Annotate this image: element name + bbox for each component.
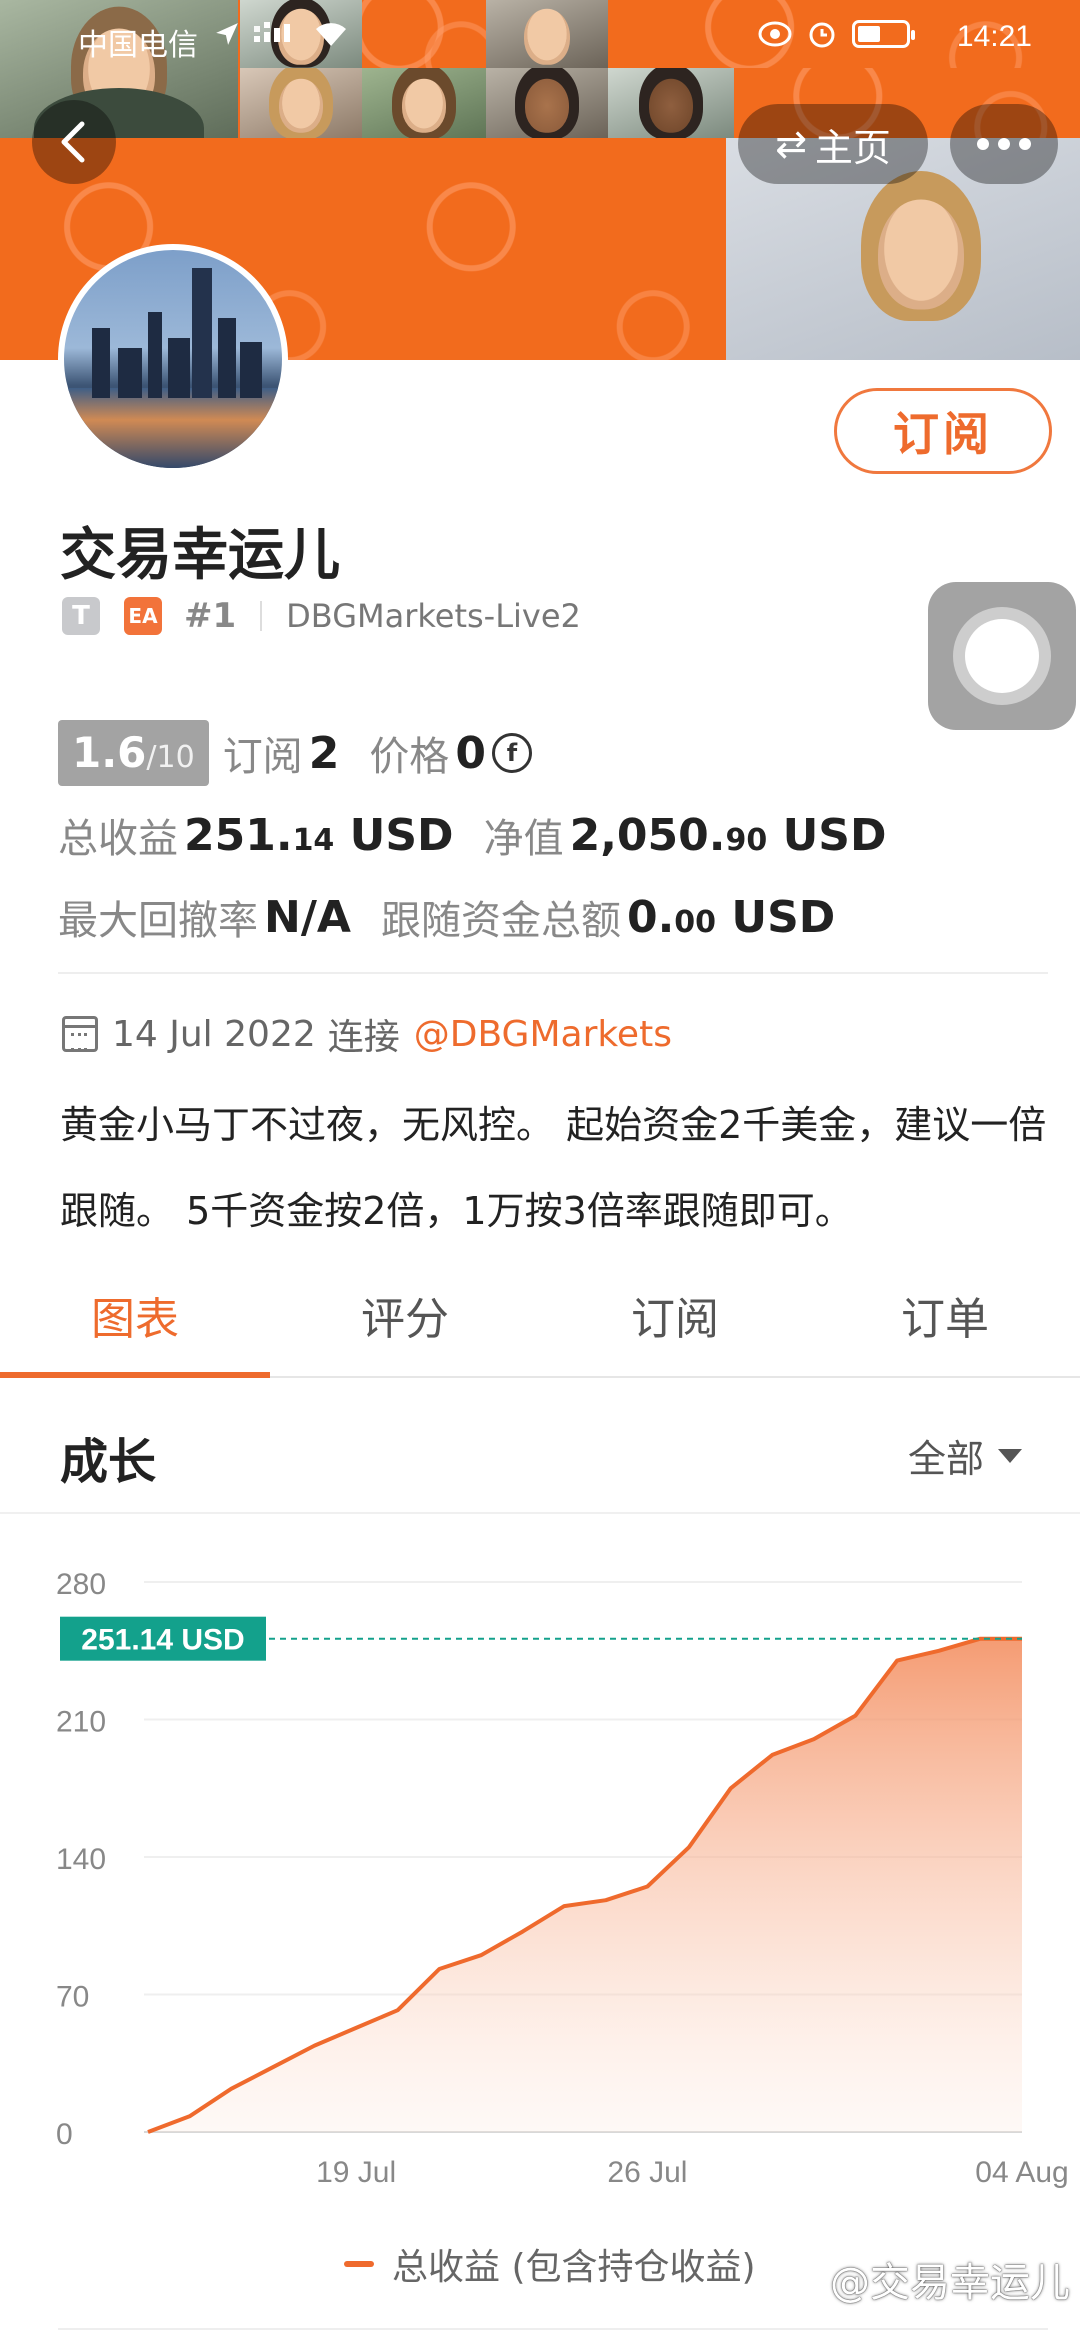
status-icons xyxy=(214,20,348,48)
server-name: DBGMarkets-Live2 xyxy=(286,597,581,635)
total-profit-value: 251.14 USD xyxy=(184,809,454,861)
assistive-touch-button[interactable] xyxy=(928,582,1076,730)
tab-orders[interactable]: 订单 xyxy=(810,1278,1080,1376)
trader-tags: T EA #1 DBGMarkets-Live2 xyxy=(62,596,581,636)
status-bar: 中国电信 14:21 xyxy=(0,0,1080,70)
coin-icon: f xyxy=(491,733,532,773)
max-drawdown-value: N/A xyxy=(264,891,351,943)
banner-photo xyxy=(486,68,608,138)
section-title: 成长 xyxy=(60,1434,157,1490)
more-options-button[interactable] xyxy=(950,104,1058,184)
legend-label: 总收益 (包含持仓收益) xyxy=(392,2247,756,2288)
subscribers-value: 2 xyxy=(308,727,340,779)
stats-panel: 1.6 /10 订阅 2 价格 0 f 总收益 251.14 USD 净值 2,… xyxy=(58,712,1038,958)
x-tick-label: 19 Jul xyxy=(316,2156,396,2189)
watermark: @交易幸运儿 xyxy=(830,2260,1070,2306)
x-tick-label: 26 Jul xyxy=(607,2156,687,2189)
period-filter-dropdown[interactable]: 全部 xyxy=(908,1428,1022,1483)
y-tick-label: 0 xyxy=(56,2118,73,2151)
current-value-label: 251.14 USD xyxy=(81,1624,244,1657)
location-arrow-icon xyxy=(216,23,238,45)
tag-t-badge: T xyxy=(62,597,100,635)
connect-label: 连接 xyxy=(327,1017,400,1058)
divider xyxy=(58,2328,1048,2330)
filter-label: 全部 xyxy=(907,1437,984,1481)
tab-rating[interactable]: 评分 xyxy=(270,1278,540,1376)
banner-photo xyxy=(240,68,362,138)
strategy-description: 黄金小马丁不过夜，无风控。 起始资金2千美金，建议一倍跟随。 5千资金按2倍，1… xyxy=(60,1103,1047,1233)
score-value: 1.6 xyxy=(72,728,147,777)
trader-profile-page: 中国电信 14:21 ⇄ 主页 订阅 交易幸运儿 T EA #1 DBGMark… xyxy=(0,0,1080,2340)
battery-icon xyxy=(852,20,915,48)
x-tick-label: 04 Aug xyxy=(975,2156,1068,2189)
eye-icon xyxy=(758,21,792,47)
max-drawdown-label: 最大回撤率 xyxy=(58,898,258,944)
tab-subscriptions[interactable]: 订阅 xyxy=(540,1278,810,1376)
profile-tabs: 图表 评分 订阅 订单 xyxy=(0,1278,1080,1378)
equity-value: 2,050.90 USD xyxy=(569,809,887,861)
home-button[interactable]: ⇄ 主页 xyxy=(738,104,928,184)
back-button[interactable] xyxy=(32,100,116,184)
connect-date: 14 Jul 2022 xyxy=(112,1013,316,1055)
signal-icon xyxy=(254,22,290,42)
price-label: 价格 xyxy=(369,734,450,780)
subscribers-label: 订阅 xyxy=(222,734,303,780)
score-badge: 1.6 /10 xyxy=(58,720,209,786)
tag-ea-badge: EA xyxy=(124,597,162,635)
home-label: 主页 xyxy=(814,125,891,170)
banner-photo xyxy=(608,68,734,138)
legend-swatch xyxy=(344,2261,374,2267)
rank-label: #1 xyxy=(184,596,237,636)
wifi-icon xyxy=(316,23,346,46)
connection-info: 14 Jul 2022 连接 @DBGMarkets xyxy=(62,1008,672,1060)
carrier-name: 中国电信 xyxy=(78,29,198,62)
total-profit-label: 总收益 xyxy=(58,816,178,862)
more-dot-icon xyxy=(998,138,1010,150)
y-tick-label: 140 xyxy=(56,1843,106,1876)
divider xyxy=(58,972,1048,974)
tab-chart[interactable]: 图表 xyxy=(0,1278,270,1378)
chevron-left-icon xyxy=(61,121,85,163)
y-tick-label: 210 xyxy=(56,1706,106,1739)
y-tick-label: 280 xyxy=(56,1568,106,1601)
chart-legend: 总收益 (包含持仓收益) xyxy=(344,2238,756,2290)
clock: 14:21 xyxy=(956,20,1032,53)
growth-chart: 0 70 140 210 280 19 Jul 26 Jul 04 Aug 251.14 US… xyxy=(56,1568,1069,2189)
caret-down-icon xyxy=(998,1448,1022,1463)
price-value: 0 xyxy=(455,727,486,779)
trader-name: 交易幸运儿 xyxy=(60,523,340,588)
growth-section-header: 成长 全部 xyxy=(0,1382,1080,1514)
status-icons-right xyxy=(758,18,915,50)
equity-label: 净值 xyxy=(483,816,564,862)
growth-area xyxy=(148,1638,1022,2132)
follow-funds-label: 跟随资金总额 xyxy=(380,898,621,944)
divider xyxy=(260,601,263,631)
swap-icon: ⇄ xyxy=(775,122,807,166)
banner-photo xyxy=(362,68,486,138)
calendar-icon xyxy=(62,1016,98,1052)
y-tick-label: 70 xyxy=(56,1981,89,2014)
alarm-icon xyxy=(809,22,835,48)
broker-link[interactable]: @DBGMarkets xyxy=(414,1014,672,1055)
subscribe-button[interactable]: 订阅 xyxy=(834,388,1052,474)
more-dot-icon xyxy=(1019,138,1031,150)
more-dot-icon xyxy=(977,138,989,150)
profile-avatar xyxy=(58,244,288,474)
score-denominator: /10 xyxy=(146,740,195,775)
follow-funds-value: 0.00 USD xyxy=(626,891,836,943)
